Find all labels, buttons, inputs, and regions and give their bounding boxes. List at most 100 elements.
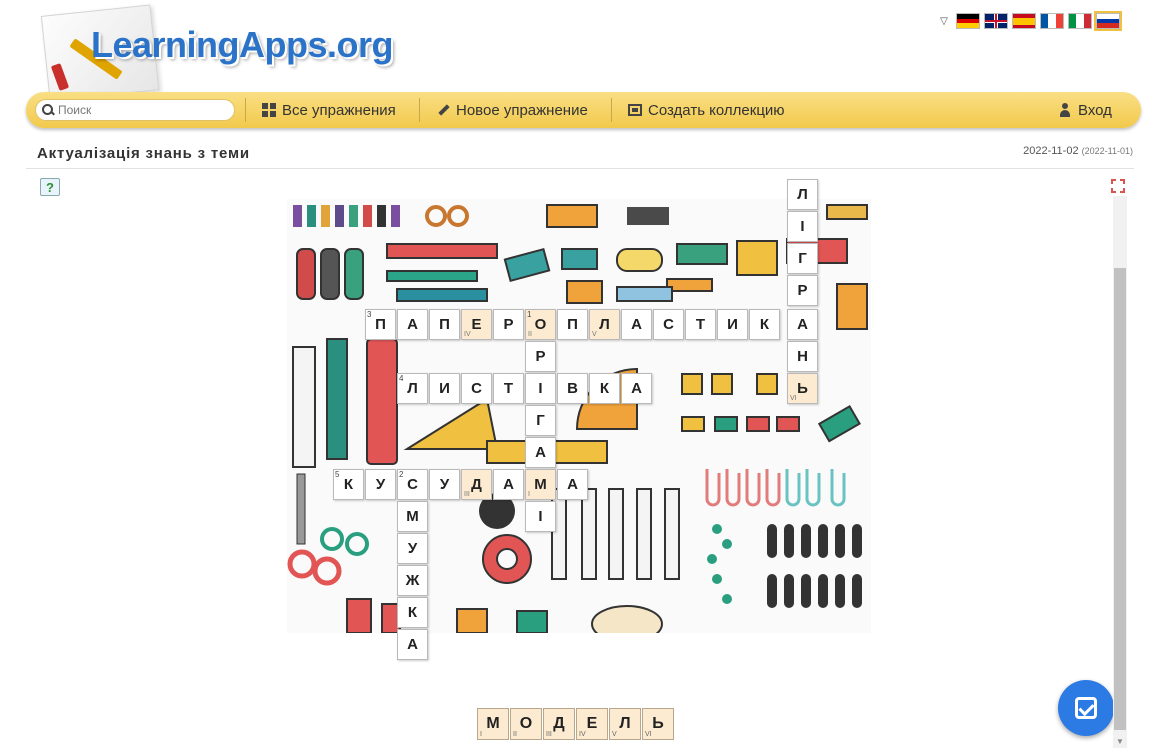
nav-login-label: Вход [1078,101,1112,119]
cell-letter: П [375,316,386,333]
nav-create-collection[interactable]: Создать коллекцию [628,100,785,120]
crossword-cell[interactable]: У [429,469,460,500]
crossword-cell[interactable]: Г [787,243,818,274]
solution-letter: Е [586,715,598,732]
crossword-cell[interactable]: О 1 II [525,309,556,340]
crossword-cell[interactable]: І [787,211,818,242]
solution-index-mark: II [528,331,532,338]
cell-letter: М [534,476,547,493]
flag-es-icon[interactable] [1012,13,1036,29]
flag-de-icon[interactable] [956,13,980,29]
crossword-cell[interactable]: А [621,309,652,340]
crossword-cell[interactable]: Л [787,179,818,210]
crossword-cell[interactable]: М [397,501,428,532]
crossword-cell[interactable]: І [525,501,556,532]
check-answer-button[interactable] [1058,680,1114,736]
flag-it-icon[interactable] [1068,13,1092,29]
cell-letter: И [727,316,738,333]
cell-letter: Г [798,250,807,267]
solution-index-mark: IV [464,331,471,338]
crossword-cell[interactable]: МI [525,469,556,500]
crossword-cell[interactable]: К [749,309,780,340]
crossword-cell[interactable]: Е IV [461,309,492,340]
crossword-cell[interactable]: С [461,373,492,404]
crossword-cell[interactable]: К5 [333,469,364,500]
solution-index-mark: V [612,731,617,738]
cell-letter: А [631,316,642,333]
flag-fr-icon[interactable] [1040,13,1064,29]
page-title: Актуалізація знань з теми [37,145,250,162]
solution-letter: М [486,715,500,732]
grid-icon [262,103,276,117]
crossword-cell[interactable]: А [621,373,652,404]
cell-letter: У [439,476,450,493]
crossword-cell[interactable]: И [717,309,748,340]
fullscreen-icon[interactable] [1111,179,1125,193]
site-logo[interactable]: LearningApps.org [40,4,405,102]
crossword-cell[interactable]: Г [525,405,556,436]
nav-divider [245,98,246,122]
crossword-cell[interactable]: П [429,309,460,340]
crossword-cell[interactable]: Д III [461,469,492,500]
crossword-cell[interactable]: У [365,469,396,500]
search-input[interactable] [58,103,218,117]
crossword-cell[interactable]: А [787,309,818,340]
nav-all-exercises[interactable]: Все упражнения [262,100,396,120]
crossword-cell[interactable]: І [525,373,556,404]
cell-letter: Р [797,282,808,299]
crossword-cell[interactable]: И [429,373,460,404]
cell-letter: С [407,476,418,493]
crossword-cell[interactable]: К [589,373,620,404]
search-icon [42,104,54,116]
crossword-cell[interactable]: Р [525,341,556,372]
checkbox-icon [1075,697,1097,719]
nav-create-collection-label: Создать коллекцию [648,101,785,119]
crossword-cell[interactable]: У [397,533,428,564]
cell-letter: У [407,540,418,557]
search-box [35,99,235,121]
crossword-cell[interactable]: А [557,469,588,500]
cell-letter: М [406,508,419,525]
crossword-cell[interactable]: Ж [397,565,428,596]
nav-new-exercise[interactable]: Новое упражнение [436,100,588,120]
crossword-cell[interactable]: А [525,437,556,468]
cell-letter: Т [503,380,514,397]
flag-ru-icon[interactable] [1094,11,1122,31]
crossword-cell[interactable]: А [493,469,524,500]
cell-letter: И [439,380,450,397]
crossword-cell[interactable]: П [557,309,588,340]
crossword-cell[interactable]: Ь VI [787,373,818,404]
crossword-cell[interactable]: Н [787,341,818,372]
crossword-cell[interactable]: ЛV [589,309,620,340]
crossword-cell[interactable]: Т [493,373,524,404]
nav-divider [419,98,420,122]
cell-letter: Д [471,476,482,493]
collection-icon [628,104,642,116]
flag-gb-icon[interactable] [984,13,1008,29]
crossword-cell[interactable]: С2 [397,469,428,500]
help-icon[interactable]: ? [40,178,60,196]
crossword-cell[interactable]: Р [787,275,818,306]
crossword-cell[interactable]: Л4 [397,373,428,404]
crossword-cell[interactable]: В [557,373,588,404]
crossword-cell[interactable]: С [653,309,684,340]
nav-login[interactable]: Вход [1058,100,1112,120]
scrollbar-thumb[interactable] [1114,268,1126,730]
paperclips-and-pins [705,469,862,608]
logo-text: LearningApps.org [91,24,394,65]
triangle-down-icon[interactable]: ▽ [936,13,952,29]
cell-letter: Л [407,380,418,397]
solution-letter: Д [553,715,565,732]
crossword-cell[interactable]: А [397,309,428,340]
cell-letter: Л [599,316,610,333]
crossword-cell[interactable]: К [397,597,428,628]
crossword-cell[interactable]: Р [493,309,524,340]
crossword-cell[interactable]: Т [685,309,716,340]
cell-letter: С [471,380,482,397]
cell-letter: Р [503,316,514,333]
date-info: 2022-11-02 (2022-11-01) [1023,145,1133,157]
crossword-cell[interactable]: П3 [365,309,396,340]
scroll-down-icon[interactable]: ▼ [1113,734,1127,748]
crossword-cell[interactable]: А [397,629,428,660]
solution-index-mark: VI [790,395,797,402]
